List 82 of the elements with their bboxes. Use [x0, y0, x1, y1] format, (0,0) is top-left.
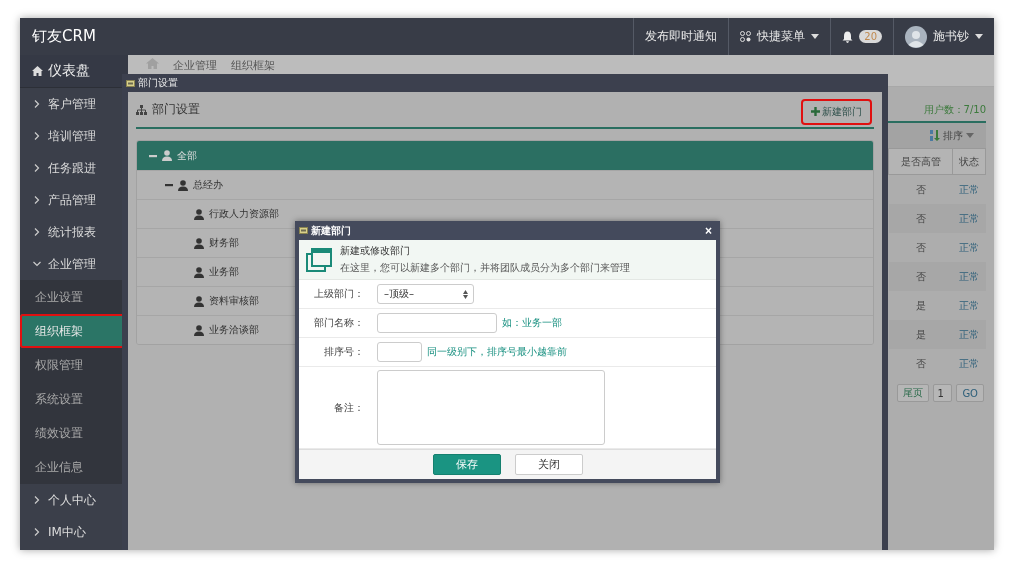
- table-cell: 否: [888, 349, 953, 378]
- chevron-right-icon: [33, 496, 41, 504]
- home-icon[interactable]: [146, 58, 159, 69]
- table-cell: 是: [888, 291, 953, 320]
- table-cell: 正常: [952, 349, 986, 378]
- input-field[interactable]: [377, 313, 497, 333]
- sidebar-item[interactable]: 产品管理: [20, 184, 128, 216]
- user-icon: [194, 237, 204, 249]
- user-icon: [194, 324, 204, 336]
- chevron-right-icon: [33, 132, 41, 140]
- sidebar-item[interactable]: 统计报表: [20, 216, 128, 248]
- chevron-right-icon: [33, 196, 41, 204]
- table-cell: 否: [888, 204, 953, 233]
- sitemap-icon: [136, 104, 147, 115]
- home-icon: [32, 66, 43, 76]
- last-page-button[interactable]: 尾页: [897, 384, 930, 402]
- table-cell: 正常: [952, 291, 986, 320]
- caret-icon: [811, 34, 820, 39]
- table-cell: 正常: [952, 233, 986, 262]
- table-cell: 否: [888, 262, 953, 291]
- go-button[interactable]: GO: [956, 384, 984, 402]
- table-cell: 正常: [952, 204, 986, 233]
- sort-icon: [930, 130, 940, 141]
- sidebar-item[interactable]: IM中心: [20, 516, 128, 548]
- caret-icon: [975, 34, 983, 39]
- updown-icon: [463, 289, 468, 299]
- window-icon: [126, 79, 135, 87]
- grid-icon: [740, 31, 752, 42]
- user-icon: [162, 150, 172, 161]
- table-cell: 是: [888, 320, 953, 349]
- plus-icon: [811, 107, 820, 116]
- dashboard-link[interactable]: 仪表盘: [20, 55, 128, 88]
- user-icon: [194, 266, 204, 278]
- caret-icon: [966, 133, 974, 138]
- chevron-right-icon: [33, 228, 41, 236]
- field-label: 排序号：: [323, 345, 364, 359]
- field-hint: 同一级别下，排序号最小越靠前: [427, 345, 567, 359]
- breadcrumb-link[interactable]: 企业管理: [173, 58, 217, 73]
- window-title: 部门设置: [138, 76, 178, 90]
- sidebar-item[interactable]: 个人中心: [20, 484, 128, 516]
- field-label: 部门名称：: [313, 316, 364, 330]
- sidebar-item[interactable]: 培训管理: [20, 120, 128, 152]
- minus-icon[interactable]: [165, 181, 173, 189]
- chevron-right-icon: [33, 528, 41, 536]
- chevron-down-icon: [33, 260, 41, 268]
- page-input[interactable]: 1: [933, 384, 953, 402]
- save-button[interactable]: 保存: [432, 454, 501, 475]
- new-department-button[interactable]: 新建部门: [801, 98, 872, 125]
- info-text: 在这里，您可以新建多个部门，并将团队成员分为多个部门来管理: [340, 261, 630, 275]
- user-count: 用户数：7/10: [922, 103, 986, 117]
- table-cell: 正常: [952, 262, 986, 291]
- sidebar-item[interactable]: 企业管理: [20, 248, 128, 280]
- field-label: 上级部门：: [313, 287, 364, 301]
- windows-icon: [306, 247, 332, 272]
- sidebar-item[interactable]: 任务跟进: [20, 152, 128, 184]
- panel-title: 部门设置: [152, 101, 200, 118]
- user-icon: [178, 179, 188, 191]
- tree-node[interactable]: 全部: [137, 141, 873, 170]
- table-cell: 正常: [952, 320, 986, 349]
- window-icon: [299, 227, 308, 234]
- user-icon: [194, 295, 204, 307]
- breadcrumb-link[interactable]: 组织框架: [231, 58, 275, 73]
- parent-select[interactable]: –顶级–: [377, 284, 474, 304]
- chevron-right-icon: [33, 164, 41, 172]
- table-cell: 否: [888, 233, 953, 262]
- bell-icon[interactable]: [842, 30, 854, 43]
- chevron-right-icon: [33, 100, 41, 108]
- user-icon: [194, 208, 204, 220]
- avatar-icon: [905, 25, 927, 48]
- textarea-field[interactable]: [377, 370, 605, 445]
- info-title: 新建或修改部门: [340, 244, 411, 258]
- field-hint: 如：业务一部: [502, 316, 562, 330]
- table-cell: 正常: [952, 174, 986, 204]
- close-button[interactable]: 关闭: [514, 454, 583, 475]
- column-header: 是否高管: [888, 148, 953, 175]
- column-header: 状态: [952, 148, 986, 175]
- field-label: 备注：: [333, 400, 364, 415]
- table-cell: 否: [888, 174, 953, 204]
- input-field[interactable]: [377, 342, 422, 362]
- app-logo: 钉友CRM: [32, 27, 96, 46]
- sidebar-item[interactable]: 客户管理: [20, 88, 128, 120]
- notification-badge: 20: [859, 30, 882, 43]
